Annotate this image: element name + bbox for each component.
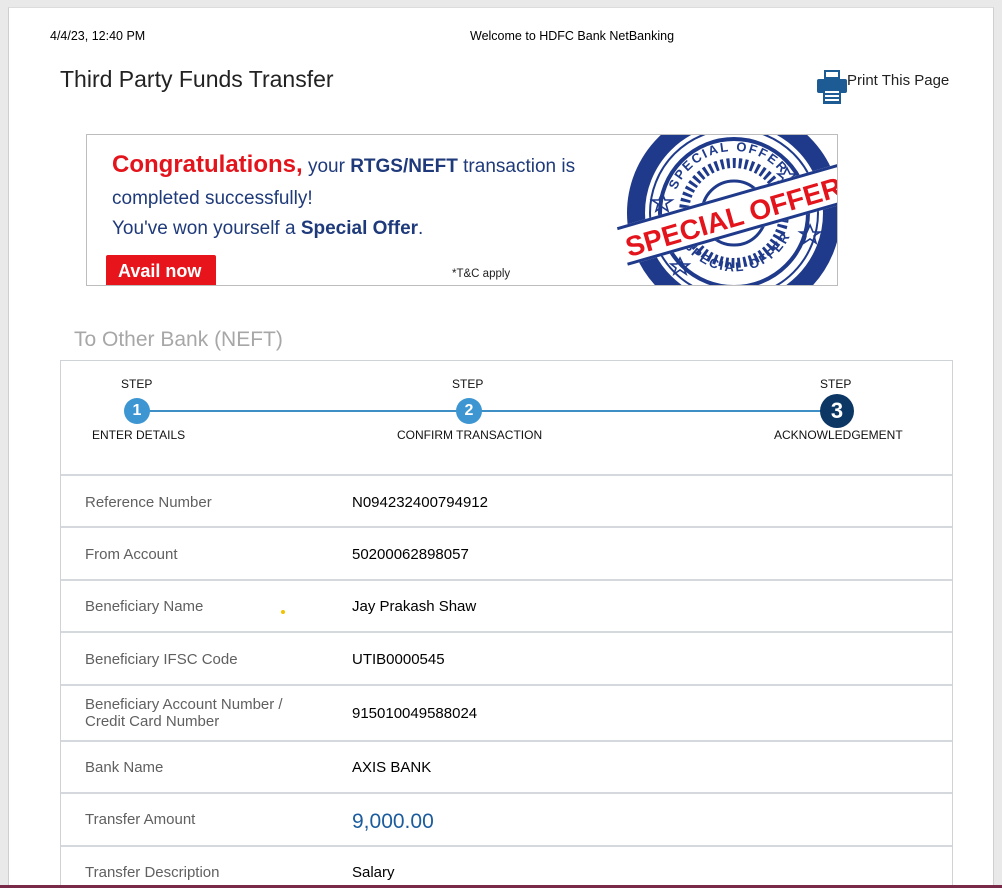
step-3-circle: 3	[820, 394, 854, 428]
special-offer-seal: SPECIAL OFFER SPECIAL OFFER SPECIAL OFFE…	[612, 135, 837, 285]
detail-label: Beneficiary Account Number / Credit Card…	[85, 696, 283, 730]
step-2-word: STEP	[452, 377, 484, 391]
detail-label: Beneficiary Name	[85, 598, 204, 615]
avail-now-button[interactable]: Avail now	[106, 255, 216, 285]
detail-value: UTIB0000545	[352, 651, 445, 668]
transfer-amount-value: 9,000.00	[352, 810, 434, 833]
detail-label-line-1: Beneficiary Account Number /	[85, 696, 283, 713]
step-2-label: CONFIRM TRANSACTION	[397, 428, 543, 442]
detail-row-transfer-description: Transfer Description Salary	[61, 847, 952, 888]
banner-line-2: completed successfully!	[112, 188, 313, 209]
printer-icon	[817, 70, 847, 109]
detail-label: Bank Name	[85, 759, 164, 776]
print-page-button[interactable]: Print This Page	[817, 70, 949, 109]
step-3-label: ACKNOWLEDGEMENT	[774, 428, 903, 442]
detail-value: Salary	[352, 864, 395, 881]
detail-label: Reference Number	[85, 494, 212, 511]
step-2-circle: 2	[456, 398, 482, 424]
banner-text-bold: Special Offer	[300, 218, 419, 239]
status-dot	[281, 610, 285, 614]
detail-row-ifsc-code: Beneficiary IFSC Code UTIB0000545	[61, 633, 952, 686]
banner-text: .	[418, 218, 424, 239]
section-title: To Other Bank (NEFT)	[74, 328, 283, 351]
detail-value: 915010049588024	[352, 705, 478, 722]
detail-label-line-2: Credit Card Number	[85, 713, 220, 730]
detail-value: Jay Prakash Shaw	[352, 598, 477, 615]
detail-row-reference-number: Reference Number N094232400794912	[61, 476, 952, 528]
detail-value: AXIS BANK	[352, 759, 432, 776]
detail-value: N094232400794912	[352, 494, 488, 511]
banner-line-1: Congratulations, your RTGS/NEFT transact…	[112, 151, 575, 179]
detail-label: Transfer Description	[85, 864, 220, 881]
banner-text: transaction is	[457, 156, 576, 177]
print-header-title: Welcome to HDFC Bank NetBanking	[470, 29, 675, 43]
banner-text: your	[302, 156, 351, 177]
detail-label: Transfer Amount	[85, 811, 196, 828]
detail-label: Beneficiary IFSC Code	[85, 651, 238, 668]
terms-note: *T&C apply	[452, 268, 511, 280]
banner-text-bold: RTGS/NEFT	[350, 156, 458, 177]
print-header-datetime: 4/4/23, 12:40 PM	[50, 29, 146, 43]
special-offer-banner[interactable]: Congratulations, your RTGS/NEFT transact…	[86, 134, 838, 286]
stepper-line	[140, 410, 838, 412]
progress-stepper: STEP 1 ENTER DETAILS STEP 2 CONFIRM TRAN…	[61, 361, 952, 476]
step-1-circle: 1	[124, 398, 150, 424]
banner-congrats: Congratulations,	[112, 151, 303, 178]
step-1-label: ENTER DETAILS	[92, 428, 186, 442]
banner-line-3: You've won yourself a Special Offer.	[112, 218, 423, 240]
page-title: Third Party Funds Transfer	[60, 66, 334, 92]
detail-label: From Account	[85, 546, 178, 563]
print-preview-page: 4/4/23, 12:40 PM Welcome to HDFC Bank Ne…	[8, 7, 994, 888]
detail-value: 50200062898057	[352, 546, 469, 563]
detail-row-beneficiary-name: Beneficiary Name Jay Prakash Shaw	[61, 581, 952, 633]
detail-row-account-number: Beneficiary Account Number / Credit Card…	[61, 686, 952, 742]
step-1-word: STEP	[121, 377, 153, 391]
detail-row-from-account: From Account 50200062898057	[61, 528, 952, 581]
transfer-acknowledgement-card: STEP 1 ENTER DETAILS STEP 2 CONFIRM TRAN…	[60, 360, 953, 888]
step-3-word: STEP	[820, 377, 852, 391]
detail-row-bank-name: Bank Name AXIS BANK	[61, 742, 952, 794]
banner-text: You've won yourself a	[112, 218, 301, 239]
detail-row-transfer-amount: Transfer Amount 9,000.00	[61, 794, 952, 847]
print-page-label: Print This Page	[847, 72, 950, 89]
